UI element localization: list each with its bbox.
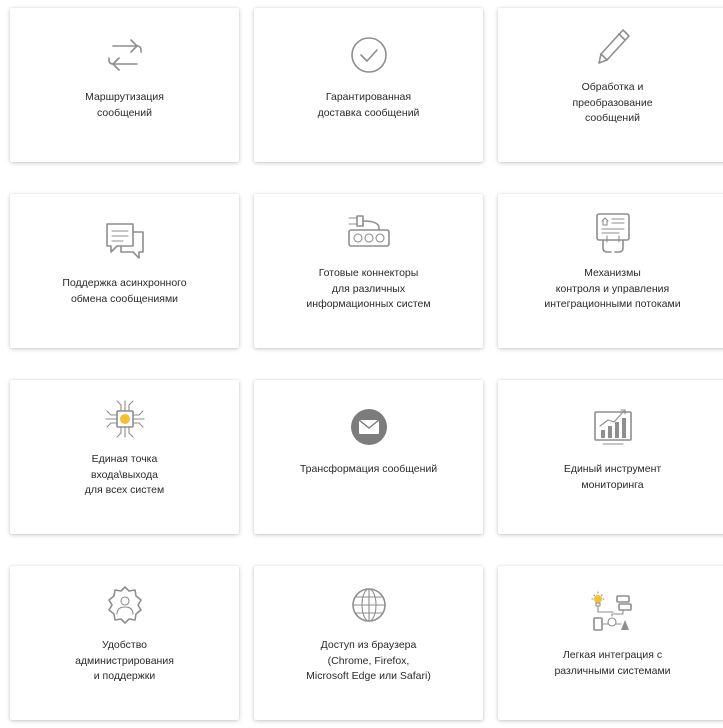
feature-card-administration: Удобство администрирования и поддержки [10, 566, 239, 720]
touch-control-panel-icon [587, 210, 639, 256]
envelope-circle-icon [343, 404, 395, 450]
feature-card-browser-access: Доступ из браузера (Chrome, Firefox, Mic… [254, 566, 483, 720]
chip-hub-icon [99, 396, 151, 442]
feature-label: Механизмы контроля и управления интеграц… [544, 267, 681, 310]
routing-arrows-icon [99, 32, 151, 78]
feature-label: Единая точка входа\выхода для всех систе… [84, 453, 165, 496]
feature-card-control: Механизмы контроля и управления интеграц… [498, 194, 723, 348]
feature-card-connectors: Готовые коннекторы для различных информа… [254, 194, 483, 348]
globe-icon [343, 582, 395, 628]
admin-gear-user-icon [99, 582, 151, 628]
monitoring-chart-icon [587, 404, 639, 450]
feature-card-monitoring: Единый инструмент мониторинга [498, 380, 723, 534]
integration-systems-icon [587, 590, 639, 636]
checkmark-circle-icon [343, 32, 395, 78]
feature-card-guaranteed-delivery: Гарантированная доставка сообщений [254, 8, 483, 162]
feature-label: Обработка и преобразование сообщений [572, 81, 653, 124]
feature-card-routing: Маршрутизация сообщений [10, 8, 239, 162]
feature-label: Доступ из браузера (Chrome, Firefox, Mic… [306, 639, 431, 682]
feature-label: Легкая интеграция с различными системами [554, 649, 671, 677]
feature-card-easy-integration: Легкая интеграция с различными системами [498, 566, 723, 720]
feature-card-single-entry: Единая точка входа\выхода для всех систе… [10, 380, 239, 534]
feature-label: Готовые коннекторы для различных информа… [306, 267, 431, 310]
pencil-icon [587, 24, 639, 70]
feature-card-processing: Обработка и преобразование сообщений [498, 8, 723, 162]
feature-label: Поддержка асинхронного обмена сообщениям… [62, 277, 187, 305]
feature-label: Единый инструмент мониторинга [563, 463, 662, 491]
feature-card-async: Поддержка асинхронного обмена сообщениям… [10, 194, 239, 348]
feature-label: Гарантированная доставка сообщений [317, 91, 420, 119]
feature-label: Маршрутизация сообщений [85, 91, 164, 119]
feature-label: Удобство администрирования и поддержки [75, 639, 174, 682]
feature-card-transformation: Трансформация сообщений [254, 380, 483, 534]
chat-bubbles-icon [99, 218, 151, 264]
features-grid: Маршрутизация сообщений Гарантированная … [0, 0, 723, 728]
feature-label: Трансформация сообщений [299, 463, 438, 475]
connector-plug-icon [343, 210, 395, 256]
